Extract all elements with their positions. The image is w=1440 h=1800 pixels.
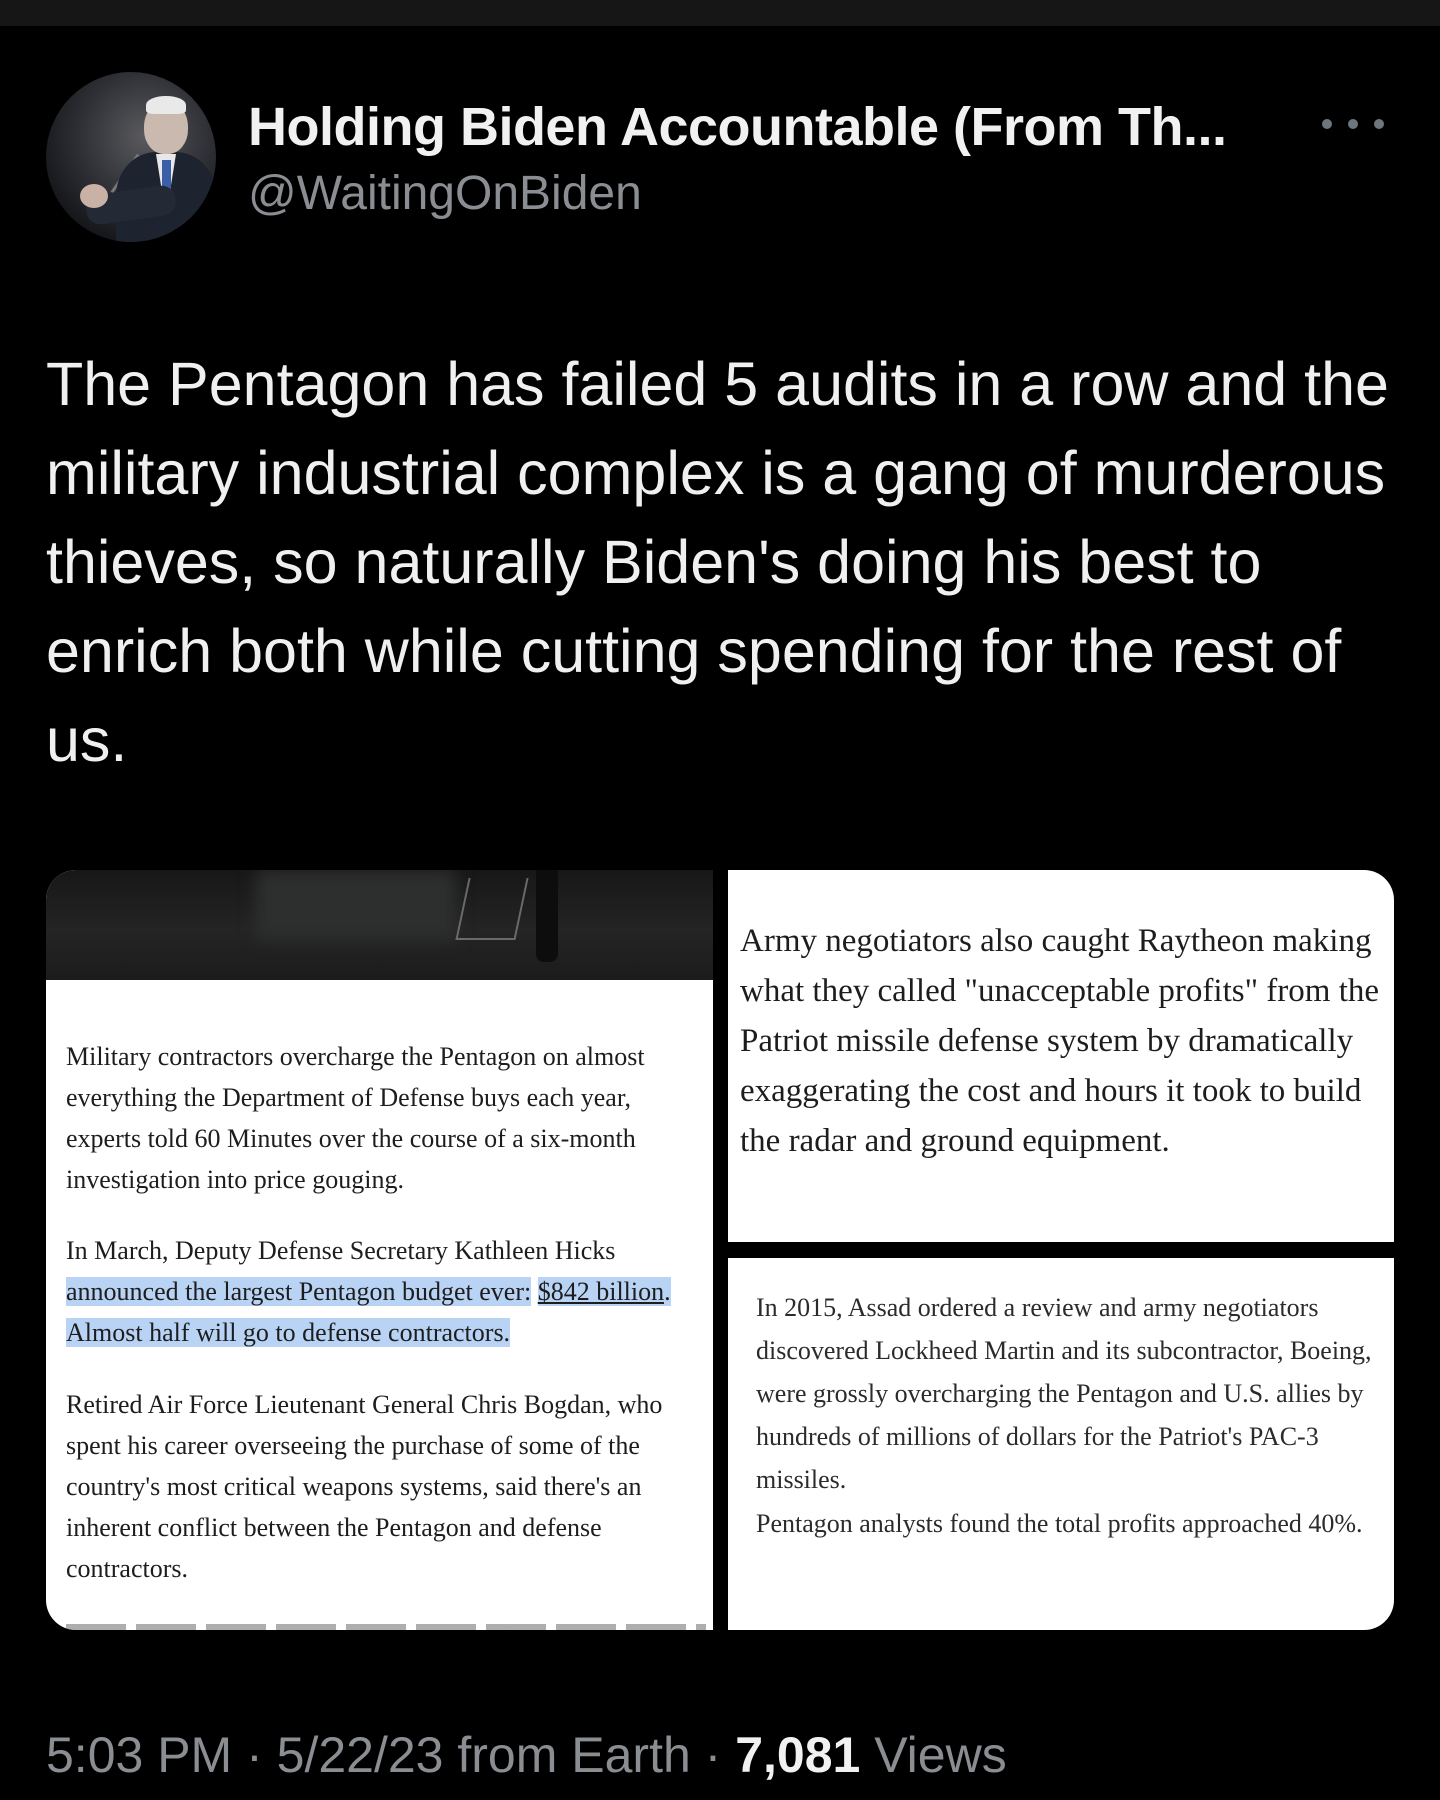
article-paragraph: In 2015, Assad ordered a review and army…	[756, 1293, 1372, 1494]
tweet-metadata: 5:03 PM · 5/22/23 from Earth · 7,081 Vie…	[46, 1726, 1007, 1784]
meta-separator: ·	[690, 1727, 736, 1783]
article-paragraph: In March, Deputy Defense Secretary Kathl…	[66, 1230, 706, 1353]
views-count[interactable]: 7,081	[735, 1727, 860, 1783]
views-label: Views	[860, 1727, 1007, 1783]
media-image-right-top[interactable]: Army negotiators also caught Raytheon ma…	[728, 870, 1394, 1242]
more-dot	[1348, 119, 1358, 129]
media-grid[interactable]: Military contractors overcharge the Pent…	[46, 870, 1394, 1630]
more-options-icon[interactable]	[1322, 104, 1384, 144]
tweet-date[interactable]: 5/22/23	[277, 1727, 444, 1783]
person-leg-shape	[536, 870, 558, 962]
status-bar-strip	[0, 0, 1440, 26]
author-display-name[interactable]: Holding Biden Accountable (From Th...	[248, 96, 1227, 158]
tweet-source: from Earth	[443, 1727, 691, 1783]
article-paragraph: Army negotiators also caught Raytheon ma…	[740, 923, 1380, 1159]
article-paragraph: Pentagon analysts found the total profit…	[756, 1509, 1363, 1538]
media-image-left[interactable]: Military contractors overcharge the Pent…	[46, 870, 713, 1630]
article-text: In March, Deputy Defense Secretary Kathl…	[66, 1236, 616, 1265]
tweet-time[interactable]: 5:03 PM	[46, 1727, 232, 1783]
avatar-hand	[80, 184, 108, 208]
meta-separator: ·	[232, 1727, 277, 1783]
article-paragraph: Retired Air Force Lieutenant General Chr…	[66, 1390, 663, 1583]
photo-background-shape	[256, 870, 456, 940]
more-dot	[1374, 119, 1384, 129]
avatar[interactable]	[46, 72, 216, 242]
more-dot	[1322, 119, 1332, 129]
avatar-hair	[146, 96, 186, 114]
article-paragraph: Military contractors overcharge the Pent…	[66, 1042, 645, 1194]
article-photo-strip	[46, 870, 713, 980]
budget-link: $842 billion	[537, 1277, 665, 1306]
tweet-text: The Pentagon has failed 5 audits in a ro…	[46, 350, 1389, 774]
cropped-text-line	[66, 1624, 706, 1630]
highlighted-text: announced the largest Pentagon budget ev…	[66, 1277, 532, 1306]
media-image-right-bottom[interactable]: In 2015, Assad ordered a review and army…	[728, 1258, 1394, 1630]
author-handle[interactable]: @WaitingOnBiden	[248, 166, 642, 221]
chair-shape	[455, 878, 529, 940]
